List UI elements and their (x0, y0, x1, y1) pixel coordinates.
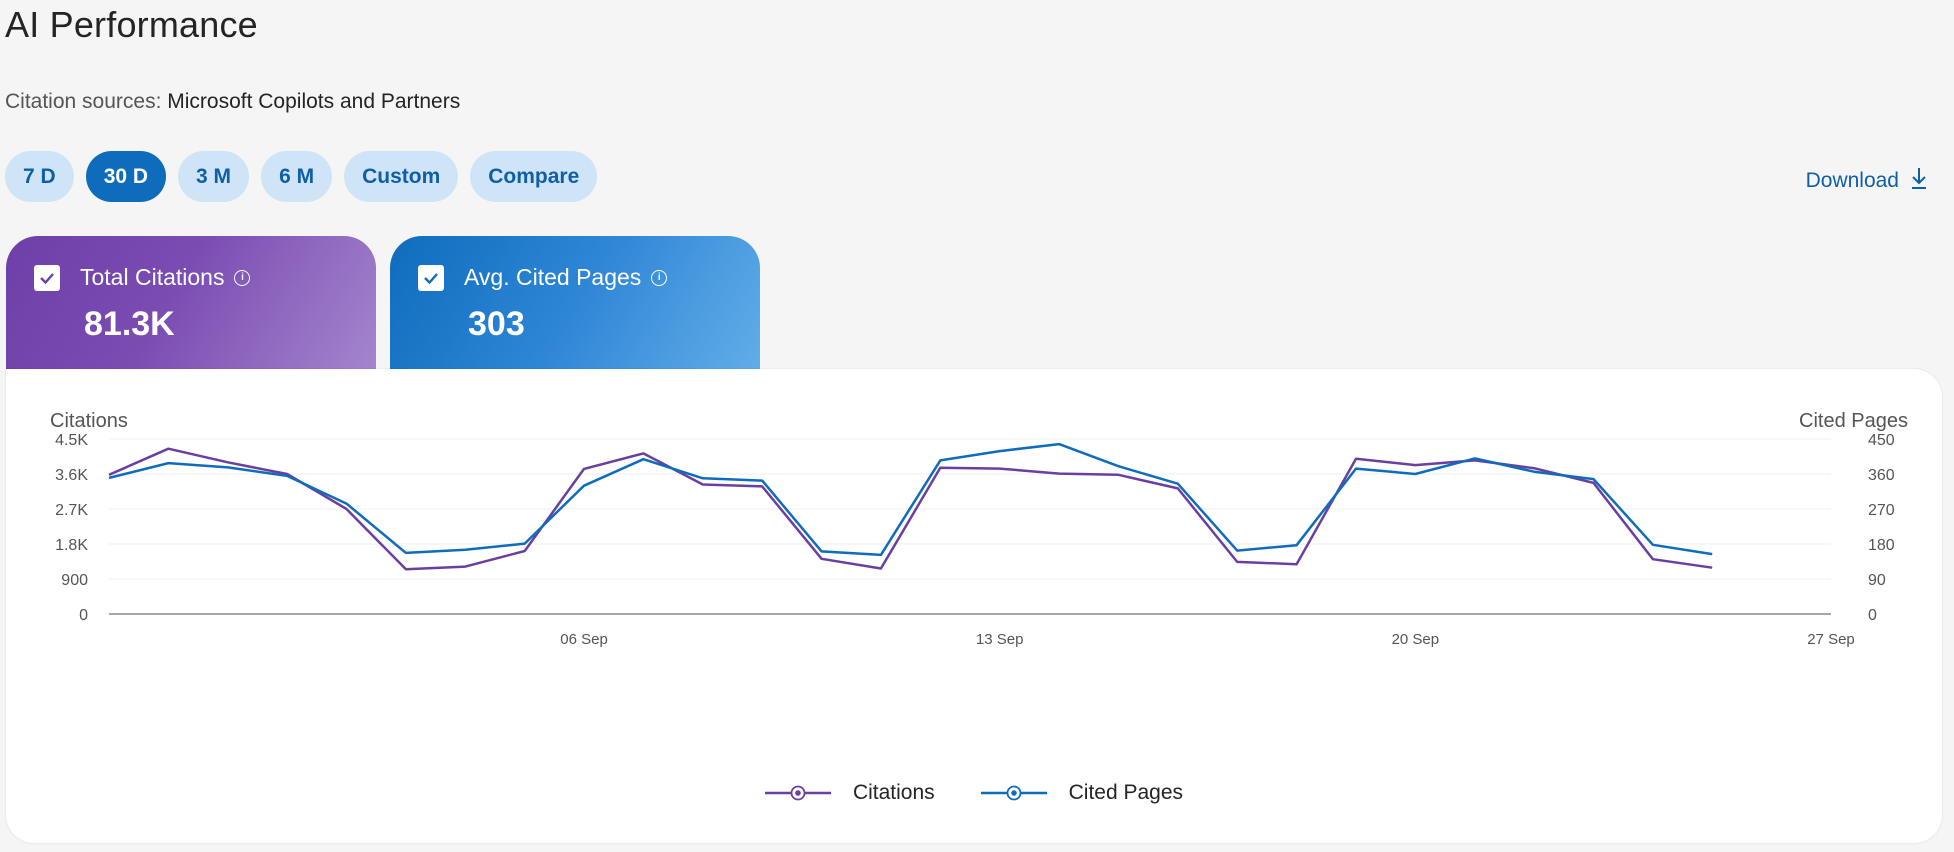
legend-label-cited-pages: Cited Pages (1068, 781, 1184, 804)
line-chart: 0 900 1.8K 2.7K 3.6K 4.5K 0 90 180 270 360 450 06 Se… (55, 432, 1895, 648)
page-title: AI Performance (5, 4, 258, 45)
total-citations-label: Total Citations (80, 264, 225, 290)
citation-sources-value[interactable]: Microsoft Copilots and Partners (167, 90, 460, 113)
avg-cited-pages-checkbox[interactable] (418, 264, 444, 291)
metric-card-total-citations[interactable]: Total Citations i 81.3K (6, 236, 376, 369)
checkmark-icon (40, 272, 54, 284)
x-axis-tick-label: 13 Sep (976, 631, 1024, 648)
chart-legend: Citations Cited Pages (6, 781, 1942, 805)
date-range-selector: 7 D 30 D 3 M 6 M Custom Compare (5, 151, 598, 202)
right-axis-tick-label: 360 (1868, 467, 1895, 484)
right-axis-tick-label: 180 (1868, 537, 1895, 554)
left-axis-tick-label: 0 (79, 607, 88, 624)
left-axis-tick-label: 2.7K (55, 502, 88, 519)
info-icon[interactable]: i (651, 269, 668, 286)
right-axis-tick-label: 270 (1868, 502, 1895, 519)
range-6m-button[interactable]: 6 M (261, 151, 333, 202)
avg-cited-pages-label: Avg. Cited Pages (464, 264, 642, 290)
checkmark-icon (424, 272, 438, 284)
download-icon (1909, 166, 1929, 196)
legend-line-marker-icon (764, 785, 831, 801)
left-axis-tick-label: 4.5K (55, 432, 88, 449)
compare-button[interactable]: Compare (470, 151, 598, 202)
x-axis-tick-label: 27 Sep (1807, 631, 1855, 648)
left-axis-tick-label: 1.8K (55, 537, 88, 554)
left-axis-tick-label: 900 (61, 572, 88, 589)
right-axis-tick-label: 90 (1868, 572, 1886, 589)
x-axis-tick-label: 06 Sep (560, 631, 608, 648)
x-axis-tick-label: 20 Sep (1392, 631, 1440, 648)
right-axis-tick-label: 0 (1868, 607, 1877, 624)
citation-sources: Citation sources: Microsoft Copilots and… (5, 90, 460, 114)
range-30d-button[interactable]: 30 D (85, 151, 167, 202)
legend-line-marker-icon (980, 785, 1047, 801)
range-3m-button[interactable]: 3 M (178, 151, 250, 202)
total-citations-checkbox[interactable] (34, 264, 60, 291)
info-icon[interactable]: i (234, 269, 251, 286)
download-label: Download (1805, 169, 1899, 192)
left-axis-tick-label: 3.6K (55, 467, 88, 484)
citation-sources-label: Citation sources: (5, 90, 162, 113)
range-7d-button[interactable]: 7 D (5, 151, 74, 202)
right-axis-tick-label: 450 (1868, 432, 1895, 449)
legend-item-citations[interactable]: Citations (764, 781, 935, 805)
total-citations-value: 81.3K (84, 305, 175, 343)
chart-panel: Citations Cited Pages 0 900 1.8K 2.7K 3.6K 4.… (6, 369, 1942, 843)
legend-label-citations: Citations (852, 781, 935, 804)
range-custom-button[interactable]: Custom (344, 151, 459, 202)
download-button[interactable]: Download (1806, 166, 1929, 196)
avg-cited-pages-value: 303 (468, 305, 525, 343)
metric-card-avg-cited-pages[interactable]: Avg. Cited Pages i 303 (390, 236, 760, 369)
legend-item-cited-pages[interactable]: Cited Pages (980, 781, 1184, 805)
